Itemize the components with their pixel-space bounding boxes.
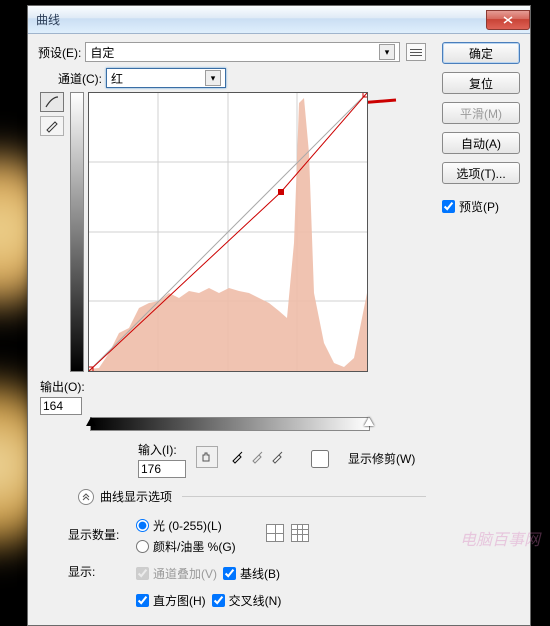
titlebar[interactable]: 曲线 <box>28 6 530 34</box>
curve-point[interactable] <box>278 189 284 195</box>
chevron-down-icon: ▾ <box>379 44 395 60</box>
preset-value: 自定 <box>90 44 114 61</box>
close-button[interactable] <box>486 10 530 30</box>
black-eyedropper[interactable] <box>228 448 246 466</box>
channel-label: 通道(C): <box>58 70 102 87</box>
input-label: 输入(I): <box>138 441 182 458</box>
curves-dialog: 曲线 预设(E): 自定 ▾ 通道(C): 红 ▾ <box>27 5 531 626</box>
target-adjust-tool[interactable] <box>196 446 218 468</box>
input-gradient <box>90 417 370 431</box>
preset-menu-button[interactable] <box>406 43 426 61</box>
grid-simple-button[interactable] <box>266 524 284 542</box>
show-label: 显示: <box>68 563 126 580</box>
divider <box>182 496 426 497</box>
hand-icon <box>199 449 215 465</box>
curve-point-tool[interactable] <box>40 92 64 112</box>
output-gradient <box>70 92 84 372</box>
eyedropper-icon <box>230 450 244 464</box>
output-label: 输出(O): <box>40 378 85 395</box>
ok-button[interactable]: 确定 <box>442 42 520 64</box>
channel-select[interactable]: 红 ▾ <box>106 68 226 88</box>
eyedropper-icon <box>270 450 284 464</box>
preset-select[interactable]: 自定 ▾ <box>85 42 400 62</box>
curve-icon <box>44 95 60 109</box>
smooth-button: 平滑(M) <box>442 102 520 124</box>
black-slider[interactable] <box>86 417 96 426</box>
curve-graph[interactable] <box>88 92 368 372</box>
options-button[interactable]: 选项(T)... <box>442 162 520 184</box>
baseline-check[interactable]: 基线(B) <box>223 565 280 582</box>
white-eyedropper[interactable] <box>268 448 286 466</box>
gray-eyedropper[interactable] <box>248 448 266 466</box>
output-input[interactable] <box>40 397 82 415</box>
show-clipping-check[interactable]: 显示修剪(W) <box>296 450 415 468</box>
grid-detailed-button[interactable] <box>291 524 309 542</box>
curve-draw-tool[interactable] <box>40 116 64 136</box>
channel-value: 红 <box>111 70 123 87</box>
reset-button[interactable]: 复位 <box>442 72 520 94</box>
histogram-check[interactable]: 直方图(H) <box>136 592 206 609</box>
preview-check[interactable]: 预览(P) <box>442 198 520 215</box>
expand-label: 曲线显示选项 <box>100 488 172 505</box>
channel-overlay-check[interactable]: 通道叠加(V) <box>136 565 217 582</box>
white-slider[interactable] <box>364 417 374 426</box>
preset-label: 预设(E): <box>38 44 81 61</box>
eyedropper-icon <box>250 450 264 464</box>
light-radio[interactable]: 光 (0-255)(L) <box>136 517 236 534</box>
chevron-down-icon: ▾ <box>205 70 221 86</box>
dialog-title: 曲线 <box>36 11 60 28</box>
intersection-check[interactable]: 交叉线(N) <box>212 592 282 609</box>
pencil-icon <box>44 119 60 133</box>
pigment-radio[interactable]: 颜料/油墨 %(G) <box>136 538 236 555</box>
auto-button[interactable]: 自动(A) <box>442 132 520 154</box>
expand-toggle[interactable] <box>78 489 94 505</box>
close-icon <box>503 16 513 24</box>
amount-label: 显示数量: <box>68 526 126 543</box>
input-input[interactable] <box>138 460 186 478</box>
chevron-up-icon <box>81 492 91 502</box>
